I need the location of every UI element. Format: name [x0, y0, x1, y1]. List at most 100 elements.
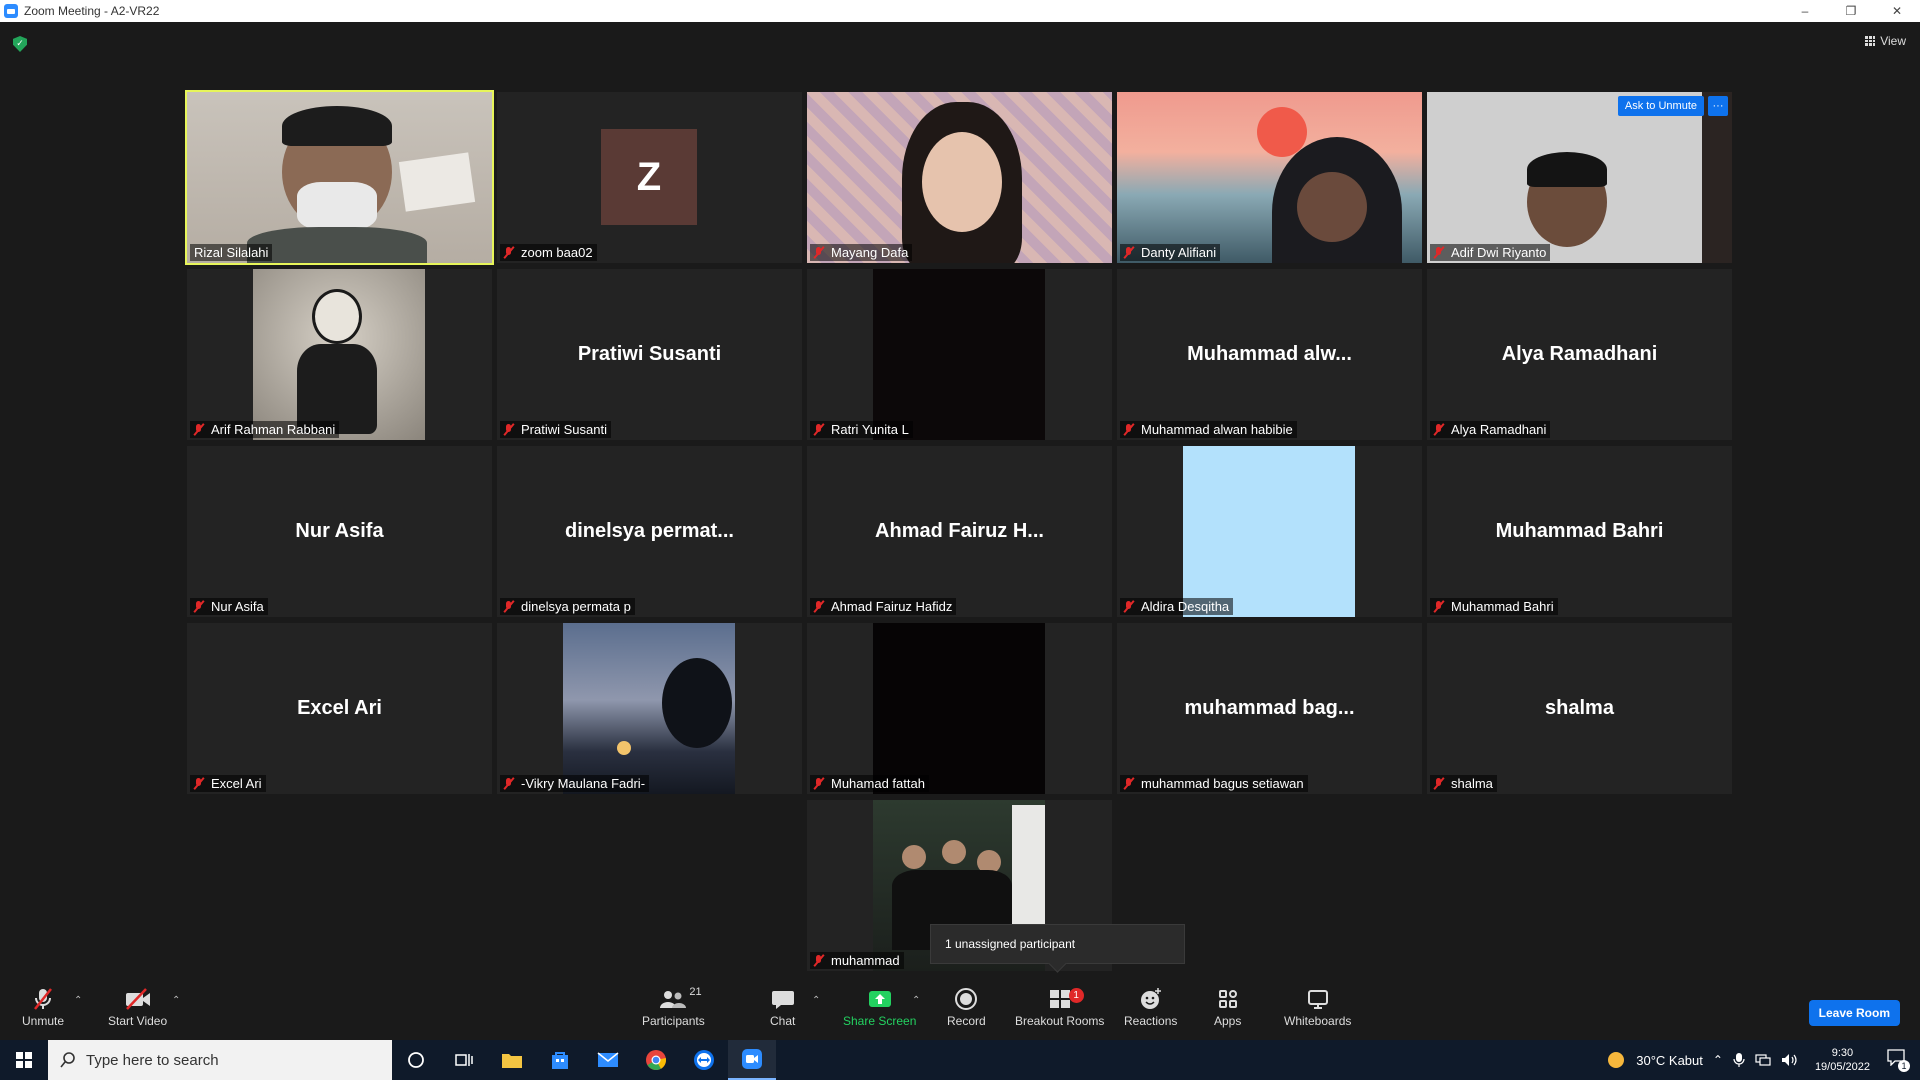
notification-center-button[interactable]: 1 [1886, 1048, 1910, 1072]
participant-tile[interactable]: shalma shalma [1427, 623, 1732, 794]
volume-icon [1781, 1054, 1797, 1066]
participant-tile[interactable]: Rizal Silalahi [185, 90, 494, 265]
participant-tile[interactable]: Ratri Yunita L [807, 269, 1112, 440]
mail-button[interactable] [584, 1040, 632, 1080]
participant-name-label: Excel Ari [190, 775, 266, 792]
ask-to-unmute-button[interactable]: Ask to Unmute [1617, 96, 1704, 116]
chrome-icon [646, 1050, 667, 1070]
muted-mic-icon [193, 600, 205, 614]
view-label: View [1880, 34, 1906, 48]
participant-name-label: Nur Asifa [190, 598, 268, 615]
muted-mic-icon [1433, 423, 1445, 437]
zoom-taskbar-button[interactable] [728, 1040, 776, 1080]
participant-tile[interactable]: Ask to Unmute ··· Adif Dwi Riyanto [1427, 92, 1732, 263]
participant-display-name: Excel Ari [297, 697, 382, 719]
share-screen-button[interactable]: Share Screen [843, 986, 916, 1028]
breakout-rooms-icon [1049, 990, 1070, 1008]
security-shield-icon[interactable]: ✓ [13, 36, 27, 52]
more-options-button[interactable]: ··· [1708, 96, 1728, 116]
participant-tile[interactable]: Z zoom baa02 [497, 92, 802, 263]
participant-tile[interactable]: Muhammad Bahri Muhammad Bahri [1427, 446, 1732, 617]
start-button[interactable] [0, 1040, 48, 1080]
record-label: Record [947, 1014, 986, 1028]
grid-view-icon [1865, 36, 1876, 46]
cortana-button[interactable] [392, 1040, 440, 1080]
whiteboard-icon [1307, 990, 1328, 1009]
participant-name-label: zoom baa02 [500, 244, 597, 261]
muted-mic-icon [1123, 600, 1135, 614]
participant-tile[interactable]: Ahmad Fairuz H... Ahmad Fairuz Hafidz [807, 446, 1112, 617]
chevron-up-icon[interactable]: ⌃ [1713, 1053, 1723, 1067]
participant-tile[interactable]: -Vikry Maulana Fadri- [497, 623, 802, 794]
video-feed [873, 269, 1045, 440]
participant-name: Ahmad Fairuz Hafidz [831, 599, 953, 614]
participant-name-label: Aldira Desqitha [1120, 598, 1234, 615]
breakout-rooms-button[interactable]: 1 Breakout Rooms [1015, 986, 1104, 1028]
participant-tile[interactable]: Excel Ari Excel Ari [187, 623, 492, 794]
participant-name: -Vikry Maulana Fadri- [521, 776, 646, 791]
chat-button[interactable]: Chat [770, 986, 795, 1028]
taskbar-search[interactable]: Type here to search [48, 1040, 392, 1080]
muted-mic-icon [1123, 423, 1135, 437]
participant-tile[interactable]: Danty Alifiani [1117, 92, 1422, 263]
participant-tile[interactable]: muhammad bag... muhammad bagus setiawan [1117, 623, 1422, 794]
chat-options-caret[interactable]: ⌃ [812, 995, 820, 1006]
participant-name-label: Muhammad Bahri [1430, 598, 1558, 615]
breakout-rooms-label: Breakout Rooms [1015, 1014, 1105, 1028]
unassigned-tooltip: 1 unassigned participant [930, 924, 1185, 964]
participant-tile[interactable]: dinelsya permat... dinelsya permata p [497, 446, 802, 617]
participant-tile[interactable]: Pratiwi Susanti Pratiwi Susanti [497, 269, 802, 440]
share-options-caret[interactable]: ⌃ [912, 995, 920, 1006]
store-button[interactable] [536, 1040, 584, 1080]
audio-options-caret[interactable]: ⌃ [74, 995, 82, 1006]
participant-name: Nur Asifa [211, 599, 264, 614]
participants-icon [660, 991, 687, 1008]
video-feed-face [922, 132, 1002, 232]
muted-mic-icon [193, 777, 205, 791]
participant-tile[interactable]: Nur Asifa Nur Asifa [187, 446, 492, 617]
participant-tile[interactable]: Muhamad fattah [807, 623, 1112, 794]
participant-name-label: shalma [1430, 775, 1497, 792]
view-button[interactable]: View [1865, 34, 1906, 48]
reactions-button[interactable]: Reactions [1124, 986, 1177, 1028]
participant-display-name: Muhammad Bahri [1495, 520, 1664, 542]
video-options-caret[interactable]: ⌃ [172, 995, 180, 1006]
participants-button[interactable]: 21 Participants [642, 986, 705, 1028]
teamviewer-button[interactable] [680, 1040, 728, 1080]
search-icon [60, 1052, 75, 1068]
participant-tile[interactable]: Arif Rahman Rabbani [187, 269, 492, 440]
start-video-button[interactable]: Start Video [108, 986, 167, 1028]
chat-icon [771, 991, 794, 1009]
unmute-button[interactable]: Unmute [22, 986, 64, 1028]
participant-name-label: Rizal Silalahi [190, 244, 273, 261]
participant-tile[interactable]: Muhammad alw... Muhammad alwan habibie [1117, 269, 1422, 440]
file-explorer-button[interactable] [488, 1040, 536, 1080]
video-feed-face [1297, 172, 1367, 242]
minimize-button[interactable]: – [1782, 0, 1828, 22]
clock[interactable]: 9:30 19/05/2022 [1815, 1046, 1870, 1074]
folder-icon [502, 1054, 522, 1068]
participant-display-name: Pratiwi Susanti [577, 343, 722, 365]
muted-mic-icon [34, 988, 52, 1010]
participant-name: Aldira Desqitha [1141, 599, 1230, 614]
participant-tile[interactable]: Mayang Dafa [807, 92, 1112, 263]
video-feed-detail [398, 152, 476, 212]
muted-mic-icon [813, 954, 825, 968]
record-button[interactable]: Record [947, 986, 986, 1028]
close-button[interactable]: ✕ [1874, 0, 1920, 22]
participant-display-name: Nur Asifa [295, 520, 384, 542]
apps-button[interactable]: Apps [1214, 986, 1241, 1028]
notification-badge: 1 [1898, 1060, 1910, 1072]
whiteboards-button[interactable]: Whiteboards [1284, 986, 1351, 1028]
participant-tile[interactable]: Alya Ramadhani Alya Ramadhani [1427, 269, 1732, 440]
weather-text[interactable]: 30°C Kabut [1636, 1053, 1703, 1068]
muted-mic-icon [813, 423, 825, 437]
avatar: Z [601, 129, 697, 225]
zoom-icon [742, 1049, 762, 1069]
restore-button[interactable]: ❐ [1828, 0, 1874, 22]
muted-mic-icon [1433, 777, 1445, 791]
chrome-button[interactable] [632, 1040, 680, 1080]
task-view-button[interactable] [440, 1040, 488, 1080]
leave-room-button[interactable]: Leave Room [1808, 1000, 1900, 1026]
participant-tile[interactable]: Aldira Desqitha [1117, 446, 1422, 617]
